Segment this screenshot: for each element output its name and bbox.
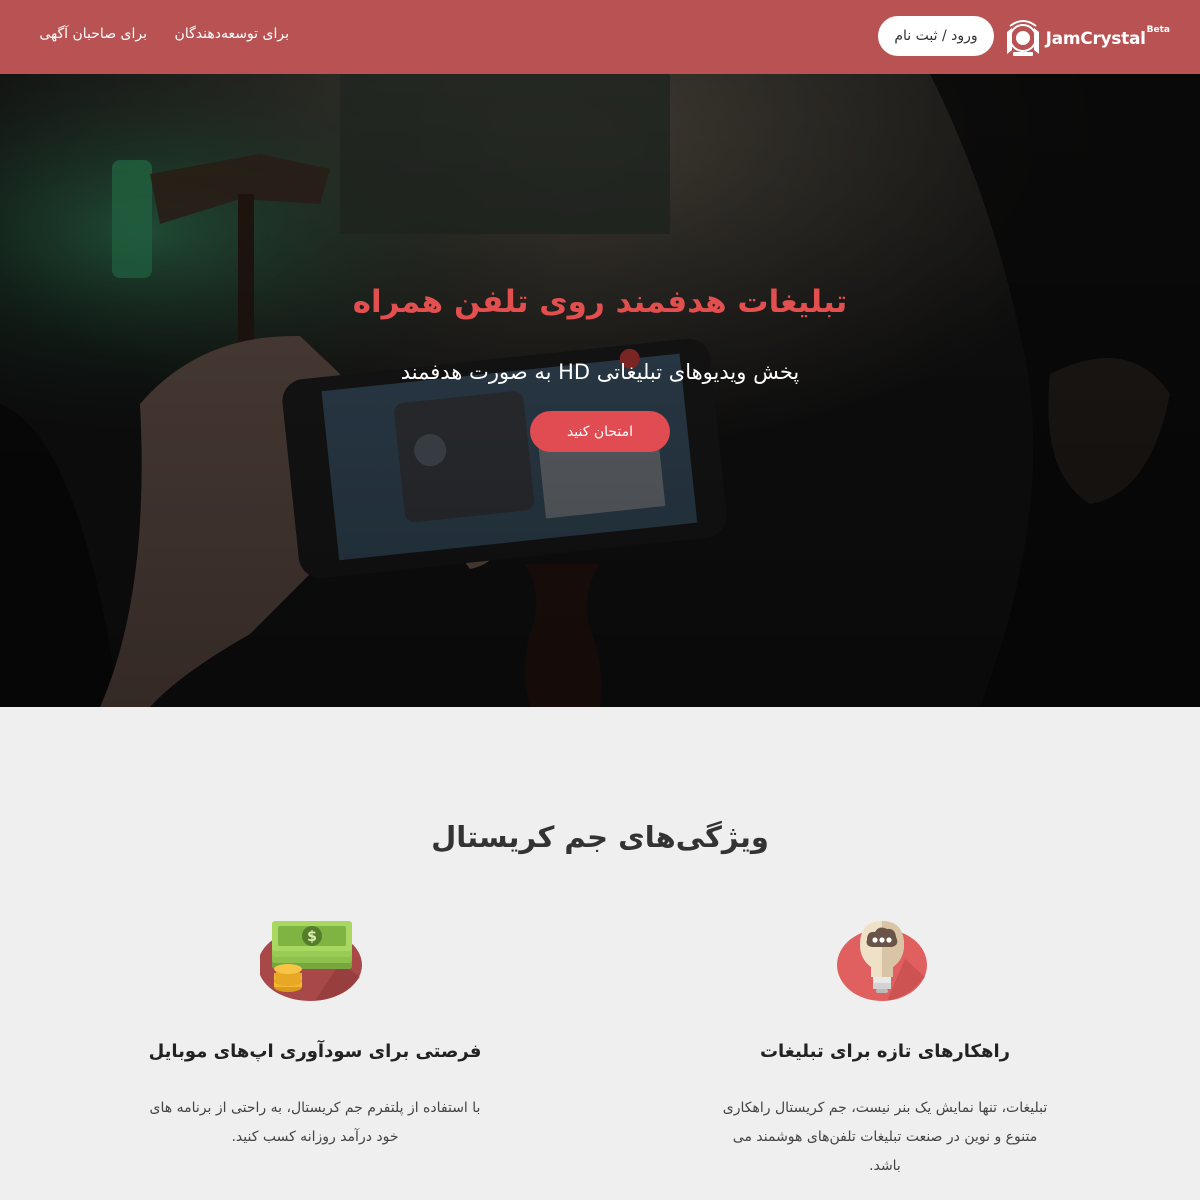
svg-text:$: $ [307,929,317,945]
feature-description: تبلیغات، تنها نمایش یک بنر نیست، جم کریس… [722,1100,1048,1174]
hero-subtitle: پخش ویدیوهای تبلیغاتی HD به صورت هدفمند [400,360,800,384]
feature-card-new-solutions: راهکارهای تازه برای تبلیغات تبلیغات، تنه… [715,915,1055,1181]
lightbulb-icon [837,921,927,1001]
money-icon: $ [260,921,362,1001]
beta-badge: Beta [1146,25,1170,35]
brand-name: JamCrystal [1045,29,1146,49]
hero-banner: تبلیغات هدفمند روی تلفن همراه پخش ویدیوه… [0,74,1200,707]
brand-logo[interactable]: JamCrystal Beta [1004,13,1170,59]
features-heading: ویژگی‌های جم کریستال [431,820,769,854]
nav-link-developers[interactable]: برای توسعه‌دهندگان [175,26,289,42]
nav-link-advertisers[interactable]: برای صاحبان آگهی [39,26,147,42]
login-register-button[interactable]: ورود / ثبت نام [878,16,994,56]
feature-description: با استفاده از پلتفرم جم کریستال، به راحت… [149,1100,481,1145]
top-navbar: JamCrystal Beta ورود / ثبت نام برای توسع… [0,0,1200,74]
hero-title: تبلیغات هدفمند روی تلفن همراه [352,284,848,320]
feature-title: فرصتی برای سودآوری اپ‌های موبایل [148,1041,482,1062]
hero-background-image [0,74,1200,707]
feature-card-monetization: $ فرصتی برای سودآوری اپ‌های موبایل با اس… [145,915,485,1152]
logo-emblem-icon [1006,20,1039,56]
try-it-button[interactable]: امتحان کنید [530,411,670,452]
feature-title: راهکارهای تازه برای تبلیغات [759,1041,1011,1062]
